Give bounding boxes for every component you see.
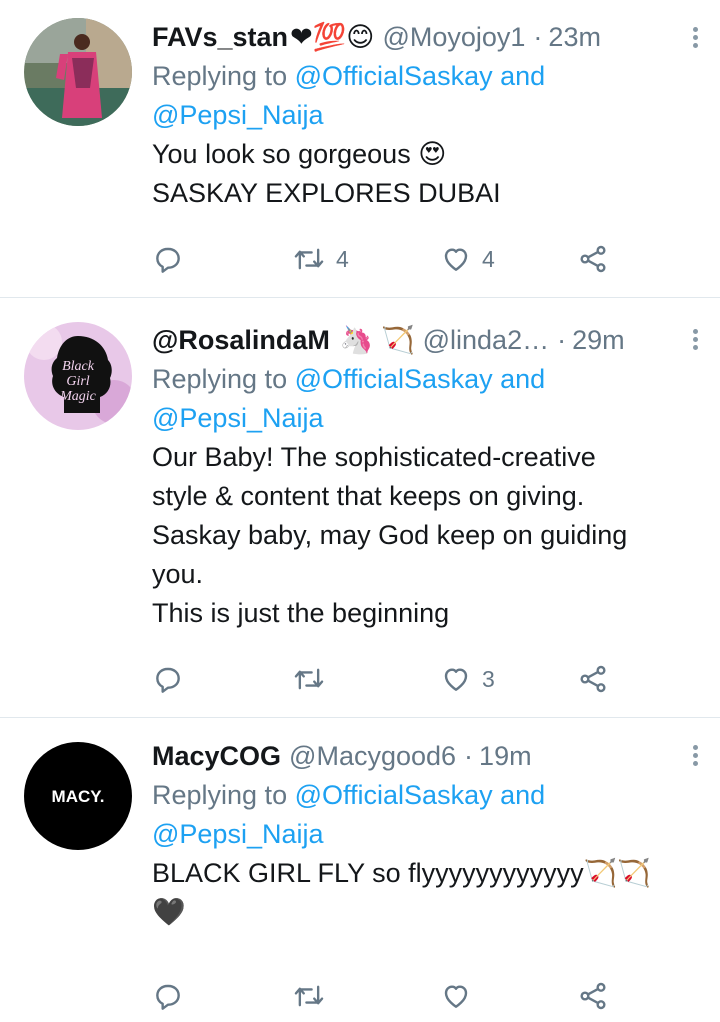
- user-handle[interactable]: @Macygood6: [289, 741, 456, 772]
- replying-to-label: Replying to: [152, 780, 288, 810]
- reply-button[interactable]: [152, 657, 184, 701]
- timestamp[interactable]: 19m: [479, 741, 532, 772]
- replying-to: Replying to @OfficialSaskay and @Pepsi_N…: [152, 776, 700, 854]
- tweet-header: FAVs_stan ❤💯😊 @Moyojoy1 · 23m: [152, 17, 700, 57]
- display-name[interactable]: @RosalindaM: [152, 325, 330, 356]
- like-button[interactable]: 4: [440, 237, 495, 281]
- action-bar: 3: [152, 657, 632, 701]
- reply-button[interactable]: [152, 974, 184, 1018]
- more-options-icon[interactable]: [688, 24, 702, 52]
- mention-link[interactable]: @OfficialSaskay: [295, 364, 493, 394]
- mention-link[interactable]: @OfficialSaskay: [295, 61, 493, 91]
- replying-to: Replying to @OfficialSaskay and @Pepsi_N…: [152, 360, 700, 438]
- tweet-header: @RosalindaM 🦄 🏹 @linda2… · 29m: [152, 320, 700, 360]
- user-handle[interactable]: @linda2…: [423, 325, 549, 356]
- share-button[interactable]: [577, 974, 609, 1018]
- retweet-icon: [294, 248, 324, 270]
- share-icon: [580, 665, 606, 693]
- name-emoji: ❤💯😊: [290, 22, 375, 52]
- retweet-button[interactable]: [292, 657, 336, 701]
- mention-link[interactable]: @OfficialSaskay: [295, 780, 493, 810]
- replying-and[interactable]: and: [500, 61, 545, 91]
- separator-dot: ·: [557, 324, 567, 355]
- retweet-icon: [294, 668, 324, 690]
- like-count: 3: [482, 665, 495, 692]
- reply-icon: [156, 247, 180, 273]
- mention-link[interactable]: @Pepsi_Naija: [152, 100, 324, 130]
- avatar-script-line: Girl: [66, 374, 89, 389]
- tweet-item[interactable]: FAVs_stan ❤💯😊 @Moyojoy1 · 23m Replying t…: [0, 0, 720, 298]
- user-handle[interactable]: @Moyojoy1: [382, 22, 525, 53]
- name-emoji: 🦄 🏹: [339, 325, 415, 355]
- like-icon: [444, 668, 468, 691]
- avatar[interactable]: [24, 18, 132, 126]
- share-icon: [580, 245, 606, 273]
- like-button[interactable]: 3: [440, 657, 495, 701]
- reply-icon: [156, 984, 180, 1010]
- replying-and[interactable]: and: [500, 364, 545, 394]
- replying-to: Replying to @OfficialSaskay and @Pepsi_N…: [152, 57, 700, 135]
- more-options-icon[interactable]: [688, 326, 702, 354]
- tweet-item[interactable]: Black Girl Magic @RosalindaM 🦄 🏹 @linda2…: [0, 298, 720, 718]
- avatar[interactable]: Black Girl Magic: [24, 322, 132, 430]
- display-name[interactable]: MacyCOG: [152, 741, 281, 772]
- tweet-item[interactable]: MACY. MacyCOG @Macygood6 · 19m Replying …: [0, 718, 720, 1022]
- timestamp[interactable]: 23m: [548, 22, 601, 53]
- replying-to-label: Replying to: [152, 364, 288, 394]
- tweet-text: Our Baby! The sophisticated-creative sty…: [152, 442, 628, 628]
- like-icon: [444, 248, 468, 271]
- replying-and[interactable]: and: [500, 780, 545, 810]
- action-bar: 4 4: [152, 237, 632, 281]
- mention-link[interactable]: @Pepsi_Naija: [152, 403, 324, 433]
- action-bar: [152, 974, 632, 1018]
- avatar-script-line: Magic: [59, 389, 97, 404]
- share-icon: [580, 982, 606, 1010]
- retweet-count: 4: [336, 245, 349, 272]
- separator-dot: ·: [464, 740, 474, 771]
- mention-link[interactable]: @Pepsi_Naija: [152, 819, 324, 849]
- tweet-text: BLACK GIRL FLY so flyyyyyyyyyyyy🏹🏹 🖤: [152, 858, 651, 927]
- timestamp[interactable]: 29m: [572, 325, 625, 356]
- avatar-logo-text: MACY.: [52, 787, 105, 806]
- reply-button[interactable]: [152, 237, 184, 281]
- reply-icon: [156, 667, 180, 693]
- avatar-script-line: Black: [62, 359, 95, 374]
- share-button[interactable]: [577, 657, 609, 701]
- share-button[interactable]: [577, 237, 609, 281]
- retweet-button[interactable]: [292, 974, 336, 1018]
- more-options-icon[interactable]: [688, 742, 702, 770]
- like-icon: [444, 985, 468, 1008]
- replying-to-label: Replying to: [152, 61, 288, 91]
- retweet-icon: [294, 985, 324, 1007]
- tweet-header: MacyCOG @Macygood6 · 19m: [152, 736, 700, 776]
- like-button[interactable]: [440, 974, 482, 1018]
- avatar[interactable]: MACY.: [24, 742, 132, 850]
- retweet-button[interactable]: 4: [292, 237, 349, 281]
- separator-dot: ·: [533, 21, 543, 52]
- display-name[interactable]: FAVs_stan: [152, 22, 288, 53]
- tweet-text: You look so gorgeous 😍 SASKAY EXPLORES D…: [152, 139, 501, 208]
- like-count: 4: [482, 245, 495, 272]
